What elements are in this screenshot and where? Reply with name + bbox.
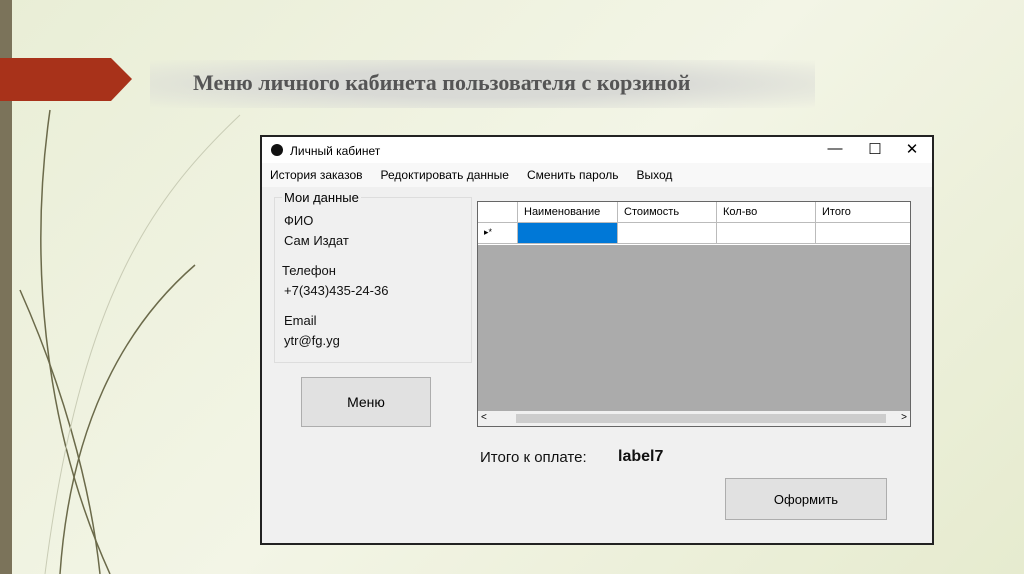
cell-cost[interactable] [618, 223, 717, 244]
menu-bar: История заказов Редоктировать данные Сме… [262, 163, 932, 187]
grid-header: Наименование Стоимость Кол-во Итого [478, 202, 910, 223]
email-label: Email [284, 313, 317, 328]
scroll-thumb[interactable] [516, 414, 886, 423]
row-header-corner [478, 202, 518, 223]
menu-order-history[interactable]: История заказов [270, 168, 363, 182]
new-row-marker[interactable]: ▸* [478, 223, 518, 244]
minimize-button[interactable]: — [820, 140, 850, 157]
cell-name-selected[interactable] [518, 223, 618, 244]
slide-title: Меню личного кабинета пользователя с кор… [193, 70, 691, 95]
menu-button[interactable]: Меню [301, 377, 431, 427]
phone-label: Телефон [282, 263, 336, 278]
fio-value: Сам Издат [284, 233, 349, 248]
cart-grid[interactable]: Наименование Стоимость Кол-во Итого ▸* <… [477, 201, 911, 427]
cell-total[interactable] [816, 223, 910, 244]
column-header-qty[interactable]: Кол-во [717, 202, 816, 223]
column-header-cost[interactable]: Стоимость [618, 202, 717, 223]
maximize-button[interactable]: ☐ [860, 140, 890, 158]
scroll-left-arrow[interactable]: < [481, 412, 487, 423]
phone-value: +7(343)435-24-36 [284, 283, 389, 298]
menu-edit-data[interactable]: Редоктировать данные [381, 168, 509, 182]
scroll-right-arrow[interactable]: > [901, 412, 907, 423]
column-header-name[interactable]: Наименование [518, 202, 618, 223]
menu-change-password[interactable]: Сменить пароль [527, 168, 619, 182]
fio-label: ФИО [284, 213, 314, 228]
total-label: Итого к оплате: [480, 449, 587, 466]
table-row: ▸* [478, 223, 910, 245]
group-legend: Мои данные [282, 190, 361, 205]
my-data-group: Мои данные ФИО Сам Издат Телефон +7(343)… [274, 190, 472, 363]
horizontal-scrollbar[interactable]: < > [478, 411, 910, 426]
close-button[interactable]: ✕ [897, 140, 927, 158]
menu-exit[interactable]: Выход [637, 168, 673, 182]
email-value: ytr@fg.yg [284, 333, 340, 348]
checkout-button[interactable]: Оформить [725, 478, 887, 520]
total-value: label7 [618, 448, 664, 465]
app-icon [271, 144, 283, 156]
window-title: Личный кабинет [290, 144, 381, 158]
title-bar: Личный кабинет — ☐ ✕ [262, 137, 932, 163]
cell-qty[interactable] [717, 223, 816, 244]
personal-cabinet-window: Личный кабинет — ☐ ✕ История заказов Ред… [260, 135, 934, 545]
title-arrow-banner [0, 58, 132, 101]
column-header-total[interactable]: Итого [816, 202, 910, 223]
